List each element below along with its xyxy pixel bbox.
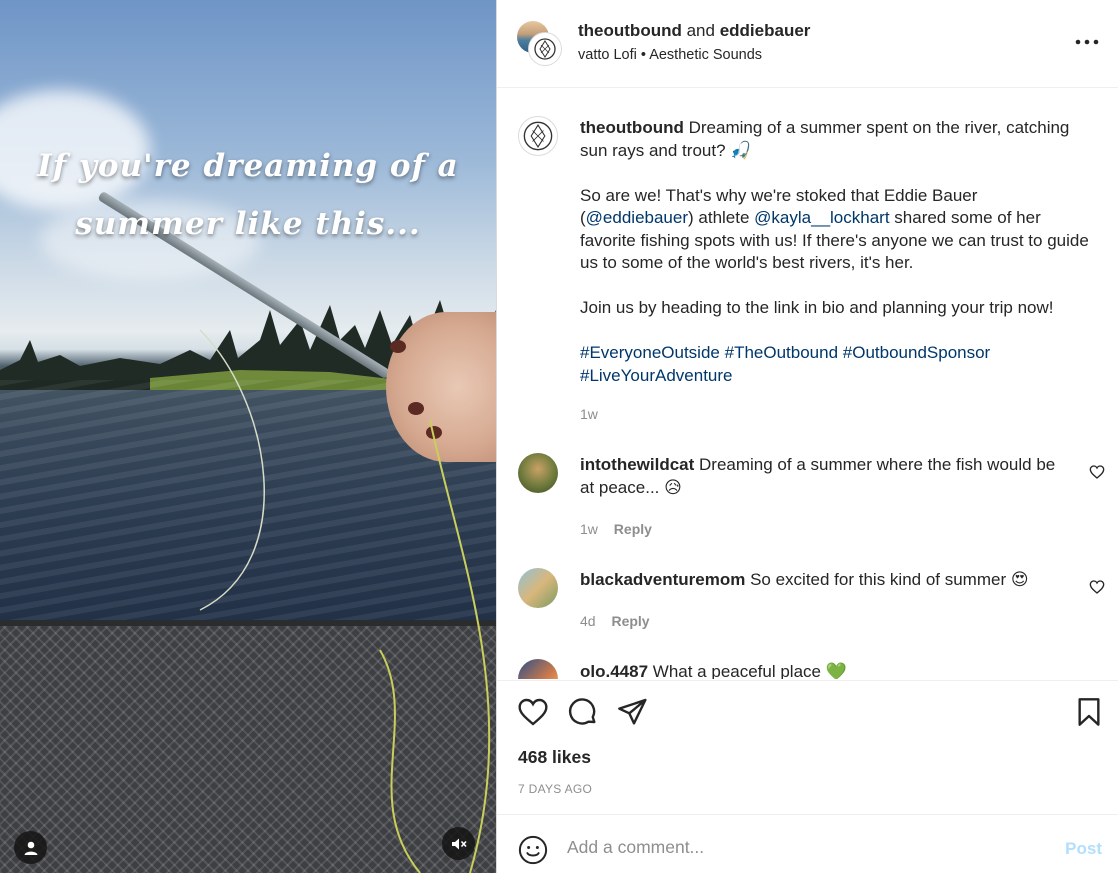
- comment-meta: 4d Reply: [580, 613, 650, 629]
- compass-logo-icon: [523, 121, 553, 151]
- hashtag-outboundsponsor[interactable]: #OutboundSponsor: [843, 343, 990, 362]
- tagged-users-button[interactable]: [14, 831, 47, 864]
- comment-time[interactable]: 1w: [580, 521, 598, 537]
- collab-avatars[interactable]: [517, 21, 561, 65]
- comment-text: olo.4487 What a peaceful place 💚: [580, 661, 1070, 679]
- reply-button[interactable]: Reply: [614, 521, 652, 537]
- caption-avatar[interactable]: [518, 116, 558, 156]
- commenter-avatar[interactable]: [518, 659, 558, 679]
- action-bar: 468 likes 7 DAYS AGO: [497, 680, 1118, 814]
- header-conjunction: and: [686, 21, 715, 40]
- comment-username[interactable]: intothewildcat: [580, 455, 694, 474]
- like-comment-heart-icon[interactable]: [1089, 579, 1105, 595]
- caption-time[interactable]: 1w: [580, 406, 598, 422]
- reply-button[interactable]: Reply: [611, 613, 649, 629]
- post-button[interactable]: Post: [1065, 839, 1102, 859]
- comment-time[interactable]: 4d: [580, 613, 596, 629]
- post-video[interactable]: If you're dreaming of a summer like this…: [0, 0, 496, 873]
- like-comment-heart-icon[interactable]: [1089, 464, 1105, 480]
- post-details-panel: theoutbound and eddiebauer vatto Lofi • …: [496, 0, 1118, 873]
- commenter-avatar[interactable]: [518, 568, 558, 608]
- mute-toggle-button[interactable]: [442, 827, 475, 860]
- header-user1-link[interactable]: theoutbound: [578, 21, 682, 40]
- mention-eddiebauer[interactable]: @eddiebauer: [586, 208, 688, 227]
- overlay-caption-line1: If you're dreaming of a: [37, 148, 459, 184]
- fishing-line: [199, 329, 491, 873]
- overlay-caption-line2: summer like this...: [75, 206, 421, 242]
- speaker-muted-icon: [451, 838, 467, 849]
- comment-text: blackadventuremom So excited for this ki…: [580, 569, 1070, 592]
- post-header: theoutbound and eddiebauer vatto Lofi • …: [497, 0, 1118, 88]
- caption-text: theoutbound Dreaming of a summer spent o…: [580, 117, 1090, 387]
- hashtag-theoutbound[interactable]: #TheOutbound: [725, 343, 838, 362]
- post-date[interactable]: 7 DAYS AGO: [518, 782, 592, 796]
- comment-username[interactable]: blackadventuremom: [580, 570, 745, 589]
- caption-username[interactable]: theoutbound: [580, 118, 684, 137]
- mention-kayla-lockhart[interactable]: @kayla__lockhart: [754, 208, 889, 227]
- emoji-smiley-icon[interactable]: [518, 835, 548, 865]
- comment-username[interactable]: olo.4487: [580, 662, 648, 679]
- more-options-button[interactable]: [1075, 30, 1099, 54]
- audio-title: Aesthetic Sounds: [649, 47, 763, 63]
- caption-meta: 1w: [580, 406, 598, 422]
- likes-count[interactable]: 468 likes: [518, 747, 591, 768]
- sad-emoji: 😥: [664, 477, 682, 498]
- audio-info[interactable]: vatto Lofi • Aesthetic Sounds: [578, 47, 762, 63]
- caption-p3: Join us by heading to the link in bio an…: [580, 298, 1054, 317]
- fishing-emoji: 🎣: [730, 140, 752, 161]
- caption-p2-b: ) athlete: [688, 208, 755, 227]
- comment-meta: 1w Reply: [580, 521, 652, 537]
- comments-section[interactable]: theoutbound Dreaming of a summer spent o…: [497, 89, 1118, 679]
- share-send-icon[interactable]: [616, 696, 648, 728]
- user-icon: [24, 841, 37, 855]
- audio-separator: •: [640, 47, 646, 63]
- comment-text: intothewildcat Dreaming of a summer wher…: [580, 454, 1070, 499]
- comment-input[interactable]: [567, 832, 1037, 862]
- header-user2-link[interactable]: eddiebauer: [720, 21, 811, 40]
- avatar-theoutbound: [529, 33, 561, 65]
- more-icon: [1075, 39, 1099, 45]
- audio-artist: vatto Lofi: [578, 47, 637, 63]
- like-heart-icon[interactable]: [517, 696, 549, 728]
- hashtag-everyoneoutside[interactable]: #EveryoneOutside: [580, 343, 720, 362]
- commenter-avatar[interactable]: [518, 453, 558, 493]
- heart-eyes-emoji: 😍: [1010, 570, 1029, 590]
- hashtag-liveyouradventure[interactable]: #LiveYourAdventure: [580, 366, 733, 385]
- green-heart-emoji: 💚: [825, 662, 847, 679]
- compass-logo-icon: [534, 38, 556, 60]
- comment-bubble-icon[interactable]: [567, 696, 599, 728]
- comment-body: What a peaceful place: [652, 662, 821, 679]
- add-comment-bar: Post: [497, 814, 1118, 873]
- header-usernames: theoutbound and eddiebauer: [578, 21, 810, 41]
- save-bookmark-icon[interactable]: [1073, 696, 1105, 728]
- comment-body: So excited for this kind of summer: [750, 570, 1007, 589]
